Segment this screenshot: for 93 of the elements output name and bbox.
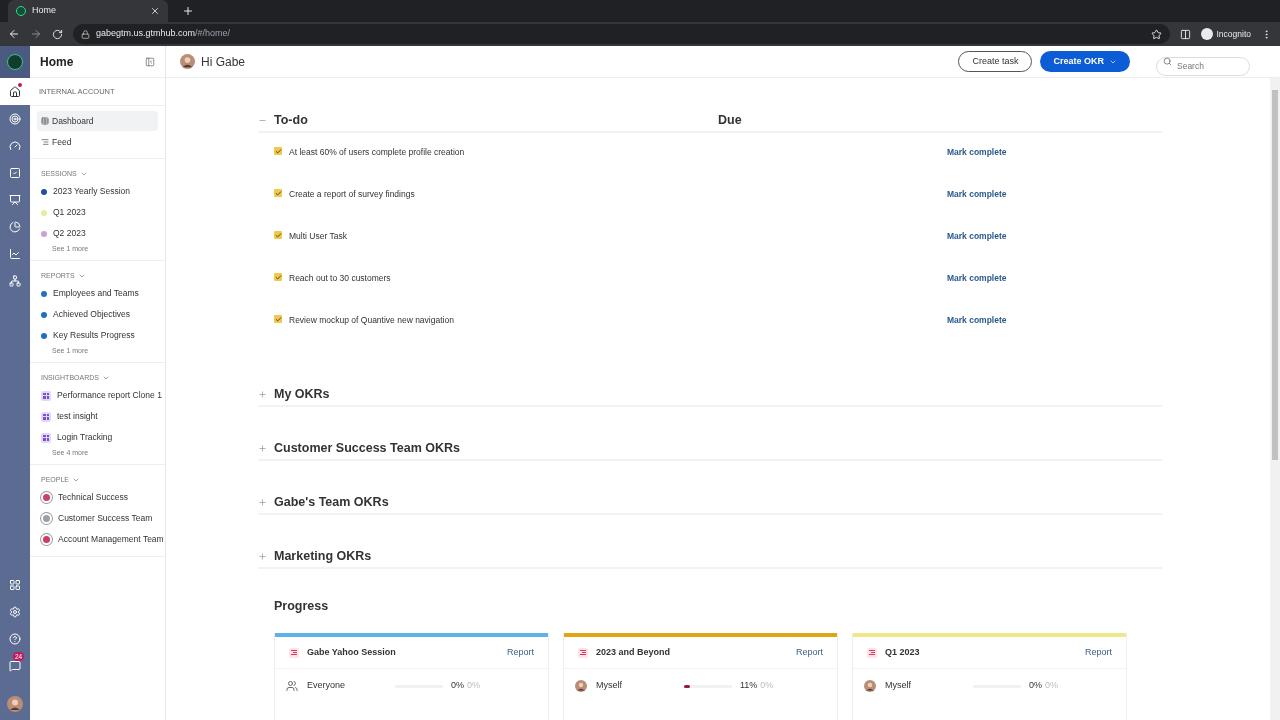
sidebar-item[interactable]: test insight (57, 410, 98, 423)
mark-complete-link[interactable]: Mark complete (947, 230, 1007, 243)
collapse-icon[interactable] (145, 56, 155, 67)
mark-complete-link[interactable]: Mark complete (947, 146, 1007, 159)
mark-complete-link[interactable]: Mark complete (947, 188, 1007, 201)
chevron-icon[interactable] (77, 272, 86, 280)
group-icon (286, 680, 298, 692)
address-bar[interactable]: gabegtm.us.gtmhub.com/#/home/ (73, 24, 1170, 44)
insightboard-icon (41, 390, 51, 401)
column-heading: Due (718, 111, 742, 129)
sidebar-item[interactable]: 2023 Yearly Session (53, 185, 131, 198)
checkbox[interactable] (274, 147, 282, 155)
task-title[interactable]: At least 60% of users complete profile creation (289, 146, 947, 159)
checkbox[interactable] (274, 189, 282, 197)
row-label: Everyone (307, 679, 347, 693)
row-label: Myself (596, 679, 623, 693)
progress-change: 0% (760, 679, 774, 693)
profile-label: Incognito (1216, 27, 1251, 41)
sidebar-item[interactable]: Performance report Clone 1 (57, 389, 162, 402)
mark-complete-link[interactable]: Mark complete (947, 314, 1007, 327)
sidebar-item[interactable]: Login Tracking (57, 431, 113, 444)
task-title[interactable]: Create a report of survey findings (289, 188, 947, 201)
task-title[interactable]: Reach out to 30 customers (289, 272, 947, 285)
session-icon (578, 647, 588, 658)
help-icon[interactable] (9, 633, 21, 645)
forward-icon[interactable] (30, 28, 42, 40)
notifications-icon[interactable] (9, 660, 21, 672)
feed-icon (41, 138, 49, 146)
card-title: Q1 2023 (885, 645, 921, 659)
insightboard-icon (41, 411, 51, 422)
lock-icon (81, 29, 90, 39)
sidebar-title: Home (40, 53, 74, 71)
greeting: Hi Gabe (201, 53, 247, 71)
mark-complete-link[interactable]: Mark complete (947, 272, 1007, 285)
progress-title: Progress (274, 599, 329, 613)
report-link[interactable]: Report (1085, 645, 1112, 660)
row-label: Myself (885, 679, 912, 693)
side-panel-icon[interactable] (1179, 28, 1191, 40)
checkbox[interactable] (274, 315, 282, 323)
task-title[interactable]: Multi User Task (289, 230, 947, 243)
bookmark-icon[interactable] (1150, 28, 1162, 40)
search-field[interactable]: Search (1156, 56, 1250, 76)
incognito-chip[interactable]: Incognito (1200, 27, 1251, 41)
section-title[interactable]: Customer Success Team OKRs (274, 438, 460, 458)
section-title[interactable]: Marketing OKRs (274, 546, 372, 566)
card-title: Gabe Yahoo Session (307, 645, 397, 659)
add-apps-icon[interactable] (9, 579, 21, 591)
home-rail-icon[interactable] (0, 78, 30, 105)
insightboard-icon (41, 432, 51, 443)
avatar-icon (180, 54, 195, 69)
sidebar-item[interactable]: Q1 2023 (53, 206, 86, 219)
sidebar-item[interactable]: Account Management Team (58, 533, 164, 546)
sidebar-item[interactable]: Q2 2023 (53, 227, 86, 240)
session-icon (289, 647, 299, 658)
settings-icon[interactable] (9, 606, 21, 618)
chevron-icon[interactable] (79, 170, 88, 178)
tab-title: Home (32, 4, 57, 18)
nav-item[interactable]: Feed (37, 132, 158, 152)
avatar-icon (7, 696, 23, 712)
reload-icon[interactable] (52, 28, 63, 40)
nav-item[interactable]: Dashboard (37, 111, 158, 131)
app-logo-icon[interactable] (0, 46, 30, 78)
checkbox[interactable] (274, 231, 282, 239)
section-title[interactable]: My OKRs (274, 384, 330, 404)
close-icon[interactable] (150, 6, 160, 16)
session-icon (867, 647, 877, 658)
task-title[interactable]: Review mockup of Quantive new navigation (289, 314, 947, 327)
chevron-icon[interactable] (72, 476, 80, 484)
sidebar-item[interactable]: Key Results Progress (53, 329, 135, 342)
browser-tab[interactable]: Home (8, 0, 168, 22)
app-logo-icon (16, 6, 26, 16)
chevron-icon[interactable] (101, 374, 110, 382)
avatar-icon (575, 680, 587, 692)
report-link[interactable]: Report (796, 645, 823, 660)
card-title: 2023 and Beyond (596, 645, 672, 659)
url-text: gabegtm.us.gtmhub.com/#/home/ (96, 27, 231, 41)
checkbox[interactable] (274, 273, 282, 281)
sidebar-item[interactable]: Employees and Teams (53, 287, 139, 300)
new-tab-icon[interactable] (182, 5, 194, 17)
sidebar-item[interactable]: Technical Success (58, 491, 128, 504)
progress-value: 0% (451, 679, 464, 693)
avatar-icon (864, 680, 876, 692)
progress-value: 0% (1029, 679, 1042, 693)
back-icon[interactable] (8, 28, 20, 40)
search-icon (1163, 57, 1172, 66)
report-link[interactable]: Report (507, 645, 534, 660)
section-title: To-do (274, 111, 309, 129)
sidebar-item[interactable]: Achieved Objectives (53, 308, 130, 321)
progress-value: 11% (740, 679, 758, 693)
grid-icon (41, 117, 49, 125)
section-title[interactable]: Gabe's Team OKRs (274, 492, 389, 512)
create-okr-button[interactable]: Create OKR (1040, 51, 1130, 72)
sidebar-item[interactable]: Customer Success Team (58, 512, 153, 525)
